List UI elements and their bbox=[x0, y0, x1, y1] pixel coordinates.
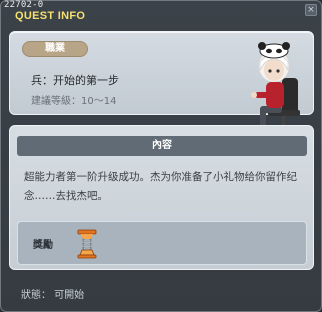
window-title: QUEST INFO bbox=[15, 10, 86, 22]
quest-summary-panel: 職業 兵：开始的第一步 建議等級：10～14 bbox=[9, 31, 314, 136]
quest-info-window: 22702-0 QUEST INFO × 職業 兵：开始的第一步 建議等級：10… bbox=[0, 0, 322, 312]
close-button[interactable]: × bbox=[305, 4, 317, 16]
level-requirement: 建議等級：10～14 bbox=[31, 96, 117, 107]
quest-content-panel: 內容 超能力者第一阶升级成功。杰为你准备了小礼物给你留作纪念……去找杰吧。 獎勵 bbox=[9, 125, 314, 270]
spring-trophy-icon[interactable] bbox=[71, 227, 103, 259]
window-id: 22702-0 bbox=[4, 0, 44, 10]
category-badge: 職業 bbox=[22, 41, 88, 57]
quest-status: 狀態： 可開始 bbox=[21, 290, 85, 301]
quest-description: 超能力者第一阶升级成功。杰为你准备了小礼物给你留作纪念……去找杰吧。 bbox=[24, 171, 297, 202]
reward-box: 獎勵 bbox=[17, 221, 307, 265]
quest-name: 兵：开始的第一步 bbox=[31, 74, 119, 87]
reward-label: 獎勵 bbox=[33, 240, 53, 251]
content-header: 內容 bbox=[17, 136, 307, 156]
